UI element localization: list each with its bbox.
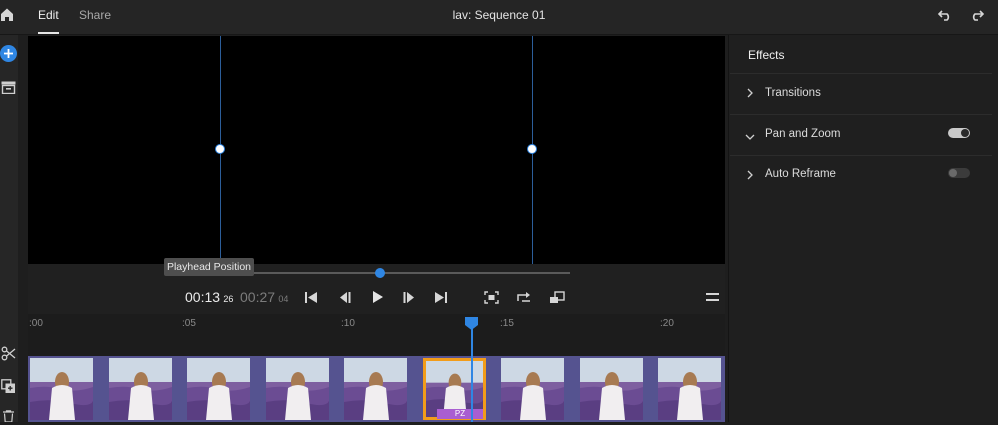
duration-timecode: 00:27 04 [240,289,288,305]
duration-frames: 04 [278,294,289,304]
preview-monitor[interactable] [28,36,725,264]
fit-frame-icon[interactable] [482,289,500,305]
auto-reframe-toggle[interactable] [948,168,970,178]
ruler-tick-label: :15 [500,318,514,329]
effect-row-label: Auto Reframe [765,168,836,180]
ruler-tick-label: :20 [660,318,674,329]
go-to-end-button[interactable] [432,289,450,305]
clip-thumbnail [344,358,407,420]
timeline-menu-icon[interactable] [703,289,721,305]
step-back-button[interactable] [335,289,353,305]
ruler-tick-label: :05 [182,318,196,329]
pan-zoom-start-handle[interactable] [215,144,225,154]
top-bar [0,0,998,35]
timeline-clip[interactable] [344,358,407,420]
step-forward-button[interactable] [400,289,418,305]
clip-thumbnail [109,358,172,420]
playhead-line [471,325,473,422]
timeline-clip[interactable] [266,358,329,420]
play-button[interactable] [368,289,386,305]
undo-icon[interactable] [937,6,953,22]
go-to-start-button[interactable] [302,289,320,305]
duration-time: 00:27 [240,289,276,305]
clip-thumbnail [30,358,93,420]
current-timecode: 00:13 26 [185,289,233,305]
playhead-handle[interactable] [465,317,478,330]
clip-thumbnail [658,358,721,420]
trash-icon[interactable] [2,410,15,423]
effect-row-label: Pan and Zoom [765,128,841,140]
loop-icon[interactable] [515,289,533,305]
clip-thumbnail [580,358,643,420]
clip-thumbnail [266,358,329,420]
add-icon[interactable] [0,45,17,62]
timeline-clip[interactable] [501,358,564,420]
media-bin-icon[interactable] [1,81,16,95]
playhead-tooltip: Playhead Position [164,258,254,276]
timeline-clip[interactable] [187,358,250,420]
redo-icon[interactable] [969,6,985,22]
pan-zoom-badge: PZ [437,409,483,419]
current-time: 00:13 [185,289,221,305]
chevron-right-icon [746,169,754,180]
pan-zoom-toggle[interactable] [948,128,970,138]
ruler-tick-label: :10 [341,318,355,329]
timeline-clip[interactable] [30,358,93,420]
timeline-clip[interactable] [580,358,643,420]
home-icon[interactable] [0,7,14,23]
scrubber-track[interactable] [222,272,570,274]
tab-share[interactable]: Share [79,0,111,32]
clip-thumbnail [187,358,250,420]
effect-row-label: Transitions [765,87,821,99]
scrubber-handle[interactable] [375,268,385,278]
current-frames: 26 [223,294,234,304]
chevron-right-icon [746,87,754,98]
panel-title: Effects [748,48,785,62]
duplicate-icon[interactable] [1,379,16,394]
chevron-down-icon [745,130,755,140]
ruler-tick-label: :00 [29,318,43,329]
timeline-clip[interactable] [658,358,721,420]
clip-thumbnail [501,358,564,420]
tab-edit[interactable]: Edit [38,0,59,34]
scissors-icon[interactable] [1,346,16,361]
aspect-ratio-icon[interactable] [548,289,566,305]
pan-zoom-end-handle[interactable] [527,144,537,154]
timeline-clip[interactable] [109,358,172,420]
